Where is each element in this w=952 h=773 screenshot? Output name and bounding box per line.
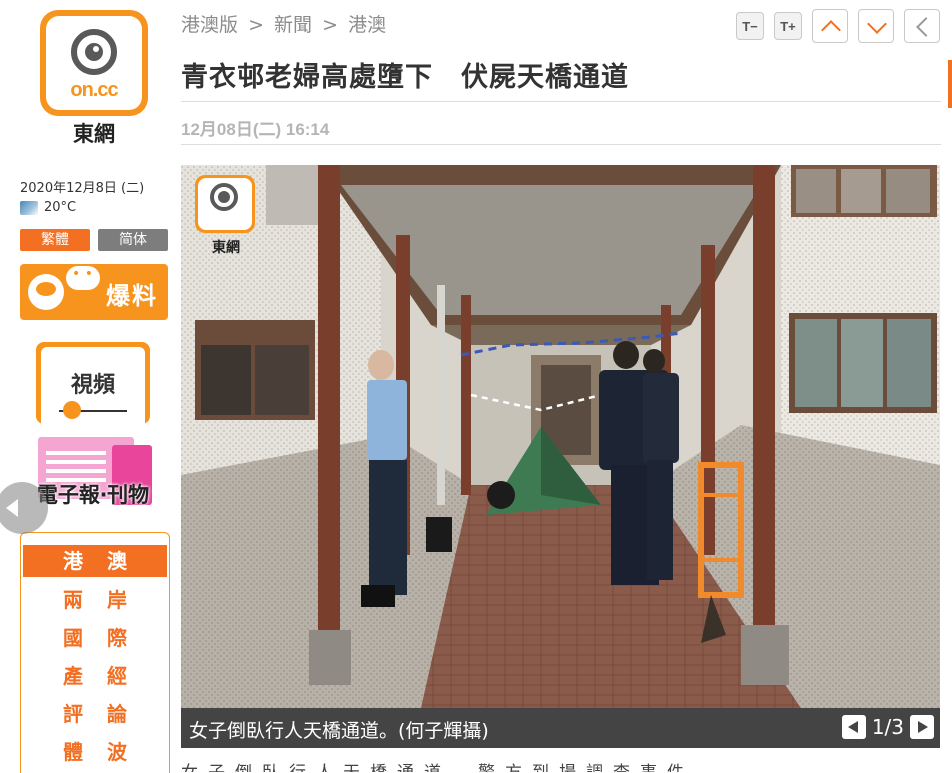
nav-item-cross-strait[interactable]: 兩岸 [21, 584, 169, 616]
font-smaller-button[interactable]: T− [736, 12, 764, 40]
breadcrumb-news[interactable]: 新聞 [274, 14, 312, 36]
breadcrumb-separator: > [248, 14, 264, 36]
breadcrumb-edition[interactable]: 港澳版 [181, 14, 238, 36]
scroll-down-button[interactable] [858, 9, 894, 43]
oncc-logo[interactable]: on.cc [40, 10, 148, 116]
article-toolbar: T− T+ [736, 9, 940, 43]
cloudy-weather-icon [20, 200, 38, 215]
article-body-preview: 女子倒臥行人天橋通道，警方到場調查事件。 [181, 758, 940, 772]
news-tip-label: 爆料 [106, 282, 158, 310]
scroll-indicator [948, 60, 952, 108]
temperature: 20°C [44, 200, 77, 215]
video-label: 視頻 [70, 373, 115, 398]
font-larger-button[interactable]: T+ [774, 12, 802, 40]
current-date: 2020年12月8日 (二) [20, 181, 145, 196]
back-button[interactable] [904, 9, 940, 43]
divider [181, 144, 941, 145]
reporter-avatar-icon [28, 274, 64, 310]
watermark-brand: 東網 [212, 240, 240, 256]
video-button[interactable]: 視頻 [36, 342, 150, 424]
gallery-photo[interactable]: 東網 [181, 165, 940, 708]
brand-name: 東網 [73, 122, 115, 146]
nav-item-commentary[interactable]: 評論 [21, 698, 169, 730]
divider [181, 101, 941, 102]
photo-caption-bar: 女子倒臥行人天橋通道。(何子輝攝) 1/3 [181, 708, 940, 748]
language-switch: 繁體 简体 [20, 229, 168, 251]
speech-bubble-icon [66, 266, 100, 290]
photo-caption: 女子倒臥行人天橋通道。(何子輝攝) [189, 720, 489, 742]
photo-counter: 1/3 [871, 715, 904, 739]
next-photo-button[interactable] [910, 715, 934, 739]
prev-photo-button[interactable] [841, 715, 866, 739]
nav-item-international[interactable]: 國際 [21, 622, 169, 654]
scroll-up-button[interactable] [812, 9, 848, 43]
logo-text: on.cc [70, 79, 118, 101]
article-title: 青衣邨老婦高處墮下 伏屍天橋通道 [181, 62, 629, 93]
chevron-down-icon [867, 14, 887, 34]
play-knob-icon [63, 401, 81, 419]
chevron-up-icon [821, 20, 841, 40]
previous-article-arrow-icon[interactable] [0, 482, 48, 534]
article-timestamp: 12月08日(二) 16:14 [181, 120, 330, 139]
weather: 20°C [20, 200, 76, 215]
chevron-left-icon [916, 17, 936, 37]
photo-pager: 1/3 [841, 715, 934, 739]
nav-item-finance[interactable]: 產經 [21, 660, 169, 692]
breadcrumb-section[interactable]: 港澳 [348, 14, 386, 36]
nav-item-sports[interactable]: 體波 [21, 736, 169, 768]
photo-watermark: 東網 [193, 175, 259, 257]
left-sidebar: on.cc 東網 2020年12月8日 (二) 20°C 繁體 简体 爆料 視頻… [0, 0, 176, 773]
section-nav: 港澳 兩岸 國際 產經 評論 體波 [20, 532, 170, 773]
logo-ring-icon [71, 29, 117, 75]
news-tip-button[interactable]: 爆料 [20, 264, 168, 320]
breadcrumb: 港澳版 > 新聞 > 港澳 [181, 10, 390, 37]
traditional-chinese-button[interactable]: 繁體 [20, 229, 90, 251]
breadcrumb-separator: > [322, 14, 339, 36]
simplified-chinese-button[interactable]: 简体 [98, 229, 168, 251]
nav-item-hk-macau[interactable]: 港澳 [23, 545, 167, 577]
